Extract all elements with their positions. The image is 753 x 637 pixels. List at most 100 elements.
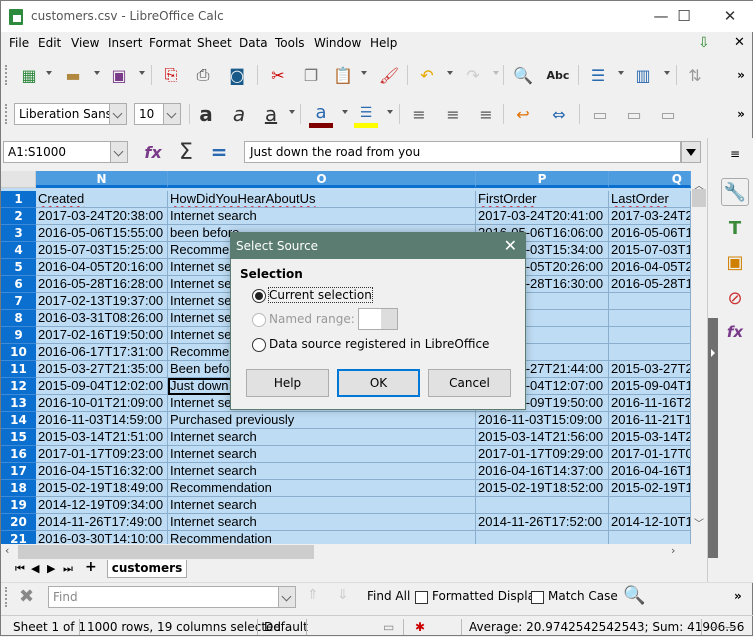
align-bottom-icon[interactable]: ▭ (656, 102, 680, 126)
cell[interactable]: 2014-12-19T09:34:00 (36, 497, 168, 514)
font-size-combo[interactable]: 10 (134, 103, 181, 125)
paste-dropdown-icon[interactable] (361, 71, 367, 75)
formatted-display-label[interactable]: Formatted Display (432, 589, 542, 603)
find-input[interactable]: Find (48, 586, 296, 608)
sidebar-collapse-icon[interactable] (711, 349, 715, 357)
row-header[interactable]: 11 (1, 361, 36, 378)
font-color-dropdown-icon[interactable] (342, 110, 348, 114)
spelling-icon[interactable]: Abc (546, 63, 570, 87)
cell[interactable]: 2015-02-19T18:52:00 (476, 480, 609, 497)
column-header-p[interactable]: P (476, 171, 609, 188)
undo-dropdown-icon[interactable] (447, 71, 453, 75)
scroll-down-icon[interactable]: ﹀ (694, 515, 704, 530)
toolbar-grip[interactable] (5, 587, 7, 607)
align-left-icon[interactable]: ≡ (407, 102, 431, 126)
row-header[interactable]: 7 (1, 293, 36, 310)
current-selection-radio[interactable] (252, 289, 266, 303)
vertical-scroll-thumb[interactable] (692, 189, 706, 207)
font-name-dropdown-icon[interactable] (109, 104, 126, 124)
row-icon[interactable]: ☰ (586, 63, 610, 87)
match-case-label[interactable]: Match Case (548, 589, 618, 603)
cell[interactable]: 2015-09-04T1 (609, 378, 691, 395)
menu-file[interactable]: File (9, 36, 29, 50)
formatted-display-checkbox[interactable] (415, 591, 428, 604)
cell[interactable]: 2016-11-16T2 (609, 395, 691, 412)
cell[interactable]: 2015-03-14T21:51:00 (36, 429, 168, 446)
cell[interactable]: 2016-05-06T1 (609, 225, 691, 242)
paste-icon[interactable]: 📋 (331, 63, 355, 87)
cell[interactable]: 2015-07-03T1 (609, 242, 691, 259)
cell[interactable]: 2016-04-16T1 (609, 463, 691, 480)
sort-icon[interactable]: ⇅ (683, 63, 707, 87)
row-header[interactable]: 20 (1, 514, 36, 531)
cell[interactable]: Purchased previously (168, 412, 476, 429)
expand-formula-button[interactable] (681, 141, 701, 163)
cell[interactable]: 2017-01-17T09:29:00 (476, 446, 609, 463)
cell[interactable]: 2015-03-14T21:56:00 (476, 429, 609, 446)
bold-icon[interactable]: a (194, 102, 218, 126)
menu-sheet[interactable]: Sheet (197, 36, 232, 50)
row-header[interactable]: 10 (1, 344, 36, 361)
ok-button[interactable]: OK (337, 369, 420, 397)
cell[interactable]: 2015-03-27T21:35:00 (36, 361, 168, 378)
cell[interactable]: 2014-12-10T1 (609, 514, 691, 531)
close-document-button[interactable]: ✕ (734, 35, 745, 50)
column-header-q[interactable]: Q (609, 171, 691, 188)
update-download-icon[interactable]: ⇩ (698, 35, 710, 51)
row-header[interactable]: 13 (1, 395, 36, 412)
function-wizard-icon[interactable]: fx (141, 140, 165, 164)
sheet-tab-customers[interactable]: customers (107, 560, 187, 578)
cell[interactable]: Internet search (168, 514, 476, 531)
cell[interactable]: 2016-04-15T16:32:00 (36, 463, 168, 480)
font-size-dropdown-icon[interactable] (163, 104, 180, 124)
wrap-text-icon[interactable]: ↩ (511, 102, 535, 126)
clone-formatting-icon[interactable]: 🖌 (377, 63, 401, 87)
cell[interactable] (609, 327, 691, 344)
cell[interactable]: 2016-11-03T14:59:00 (36, 412, 168, 429)
cell[interactable] (609, 293, 691, 310)
cell[interactable]: 2016-10-01T21:09:00 (36, 395, 168, 412)
horizontal-scrollbar[interactable]: ‹ › (1, 544, 691, 560)
print-preview-icon[interactable]: ◙ (225, 63, 249, 87)
italic-icon[interactable]: a (227, 102, 251, 126)
data-source-label[interactable]: Data source registered in LibreOffice (269, 337, 489, 351)
match-case-checkbox[interactable] (531, 591, 544, 604)
sidebar-handle[interactable] (707, 138, 718, 583)
help-button[interactable]: Help (246, 369, 329, 397)
row-header[interactable]: 12 (1, 378, 36, 395)
menu-window[interactable]: Window (314, 36, 361, 50)
cell[interactable]: Recommendation (168, 531, 476, 544)
cell[interactable]: 2017-02-16T19:50:00 (36, 327, 168, 344)
cell[interactable]: 2016-05-28T16:28:00 (36, 276, 168, 293)
vertical-scrollbar[interactable]: ︿ ﹀ (691, 171, 707, 544)
cell[interactable]: 2016-04-05T2 (609, 259, 691, 276)
align-middle-icon[interactable]: ▭ (622, 102, 646, 126)
cut-icon[interactable]: ✂ (266, 63, 290, 87)
zoom-slider[interactable]: — — (709, 620, 737, 634)
align-right-icon[interactable]: ≡ (474, 102, 498, 126)
menu-insert[interactable]: Insert (108, 36, 142, 50)
sum-icon[interactable]: Σ (174, 140, 198, 165)
menu-help[interactable]: Help (370, 36, 397, 50)
properties-wrench-icon[interactable]: 🔧 (721, 178, 749, 206)
cell[interactable]: 2014-11-26T17:49:00 (36, 514, 168, 531)
cell[interactable]: Created (36, 191, 168, 208)
find-replace-icon[interactable]: 🔍 (511, 63, 535, 87)
menu-tools[interactable]: Tools (275, 36, 305, 50)
more-options-icon[interactable]: » (729, 102, 753, 126)
column-icon[interactable]: ▥ (631, 63, 655, 87)
row-header[interactable]: 6 (1, 276, 36, 293)
cell[interactable]: Internet search (168, 497, 476, 514)
cell[interactable] (609, 310, 691, 327)
horizontal-scroll-thumb[interactable] (18, 545, 314, 559)
align-center-icon[interactable]: ≡ (441, 102, 465, 126)
cell[interactable]: 2015-09-04T12:02:00 (36, 378, 168, 395)
new-dropdown-icon[interactable] (46, 71, 52, 75)
export-pdf-icon[interactable]: ⎘ (159, 63, 183, 87)
find-replace-icon[interactable]: 🔍 (623, 585, 645, 606)
styles-icon[interactable]: T (721, 214, 749, 242)
cell[interactable]: 2016-06-17T17:31:00 (36, 344, 168, 361)
cell[interactable] (476, 531, 609, 544)
previous-sheet-icon[interactable]: ◀ (31, 562, 39, 575)
column-dropdown-icon[interactable] (664, 71, 670, 75)
